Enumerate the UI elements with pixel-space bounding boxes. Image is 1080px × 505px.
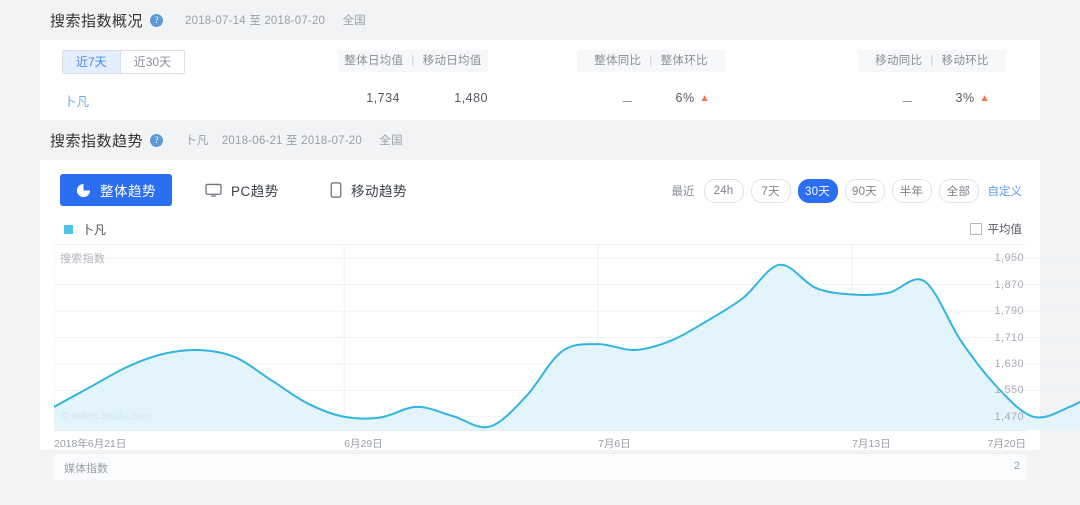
mode-mobile-trend[interactable]: 移动趋势 [330,174,407,206]
column-sep-3: | [930,55,934,67]
range-pill-half-year[interactable]: 半年 [891,179,932,203]
help-circle-icon[interactable]: ? [150,13,164,27]
range-pill-90d[interactable]: 90天 [844,179,885,203]
overview-header-meta: 2018-07-14 至 2018-07-20 全国 [185,12,366,28]
overview-values-row: 卜凡 1,734 1,480 － 6% ▲ － 3% ▲ [40,80,1040,120]
overview-header-row: 近7天 近30天 整体日均值 | 移动日均值 整体同比 | 整体环比 移动同比 | 移动环比 [40,40,1040,80]
range-selector-label: 最近 [671,186,695,198]
range-pill-all[interactable]: 全部 [938,179,979,203]
value-mobile-mom-text: 3% [955,91,975,105]
arrow-up-icon-mobile: ▲ [979,93,990,104]
overview-region: 全国 [342,15,366,27]
trend-title: 搜索指数趋势 [50,132,144,150]
overview-date-range: 2018-07-14 至 2018-07-20 [185,15,326,27]
average-label: 平均值 [987,224,1023,236]
y-axis-tick: 1,630 [994,357,1024,370]
chart-legend-row: 卜凡 平均值 [54,218,1026,245]
column-header-daily-avg: 整体日均值 | 移动日均值 [338,50,488,72]
chart-area[interactable]: 搜索指数 © index.baidu.com 1,950 1,870 1,790 1,… [54,245,1080,430]
column-sep-2: | [649,55,653,67]
trend-region: 全国 [379,135,403,147]
mobile-icon [330,182,342,198]
column-label-overall-mom: 整体环比 [660,55,708,67]
trend-card: 整体趋势 PC趋势 移动趋势 最近 24h 7天 30天 90天 半年 全部 自… [40,160,1080,480]
monitor-icon [205,183,222,198]
y-axis-tick: 1,550 [994,384,1024,397]
media-index-label: 媒体指数 [64,463,108,475]
value-mobile-yoy: － [900,95,914,109]
range-pill-24h[interactable]: 24h [703,179,744,203]
x-axis-tick: 7月6日 [598,438,631,450]
overview-keyword-link[interactable]: 卜凡 [64,91,89,110]
trend-section-header: 搜索指数趋势 ? 卜凡 2018-06-21 至 2018-07-20 全国 [0,120,1080,160]
mode-overall-trend-label: 整体趋势 [100,184,156,199]
checkbox-icon [969,223,982,235]
y-axis-tick: 1,470 [994,410,1024,423]
column-label-overall-yoy: 整体同比 [594,55,642,67]
chart-watermark: © index.baidu.com [61,410,152,422]
chart-x-axis-labels: 2018年6月21日 6月29日 7月6日 7月13日 7月20日 [54,430,1026,453]
time-range-selector: 最近 24h 7天 30天 90天 半年 全部 自定义 [671,179,1023,203]
overview-title: 搜索指数概况 [50,12,144,30]
column-label-mobile-mom: 移动环比 [941,55,989,67]
column-label-overall-daily-avg: 整体日均值 [344,55,404,67]
y-axis-tick: 1,870 [994,278,1024,291]
media-index-value: 2 [1013,460,1020,472]
chart-y-axis-title: 搜索指数 [60,253,106,265]
tab-last-30-days[interactable]: 近30天 [120,51,185,73]
column-label-mobile-yoy: 移动同比 [875,55,923,67]
tab-last-7-days[interactable]: 近7天 [63,51,121,73]
overview-section-header: 搜索指数概况 ? 2018-07-14 至 2018-07-20 全国 [0,0,1080,40]
trend-header-meta: 卜凡 2018-06-21 至 2018-07-20 全国 [185,132,403,148]
value-overall-daily-avg: 1,734 [366,91,400,105]
mode-mobile-trend-label: 移动趋势 [351,184,407,199]
value-overall-mom: 6% ▲ [654,91,710,105]
average-checkbox[interactable]: 平均值 [969,221,1023,237]
column-sep-1: | [411,55,415,67]
arrow-up-icon-overall: ▲ [699,93,710,104]
y-axis-tick: 1,950 [994,252,1024,265]
trend-line-chart [54,245,1080,430]
range-pill-7d[interactable]: 7天 [750,179,791,203]
legend-swatch-icon [64,225,73,234]
overview-period-tabs[interactable]: 近7天 近30天 [62,50,186,74]
mode-overall-trend[interactable]: 整体趋势 [60,174,172,206]
legend-item-label: 卜凡 [82,223,107,237]
range-pill-30d[interactable]: 30天 [797,179,838,203]
x-axis-tick: 2018年6月21日 [54,438,127,450]
help-circle-icon-trend[interactable]: ? [150,133,164,147]
baidu-index-page: 搜索指数概况 ? 2018-07-14 至 2018-07-20 全国 近7天 … [0,0,1080,505]
pie-chart-icon [76,183,91,198]
overview-card: 近7天 近30天 整体日均值 | 移动日均值 整体同比 | 整体环比 移动同比 | 移动环比… [40,40,1040,120]
column-header-mobile-compare: 移动同比 | 移动环比 [858,50,1006,72]
value-mobile-mom: 3% ▲ [934,91,990,105]
mode-pc-trend-label: PC趋势 [231,184,279,199]
value-overall-yoy: － [620,95,634,109]
column-label-mobile-daily-avg: 移动日均值 [422,55,482,67]
trend-toolbar: 整体趋势 PC趋势 移动趋势 最近 24h 7天 30天 90天 半年 全部 自… [40,160,1040,218]
x-axis-tick: 7月13日 [852,438,891,450]
mode-pc-trend[interactable]: PC趋势 [205,174,279,206]
y-axis-tick: 1,710 [994,331,1024,344]
x-axis-tick: 6月29日 [344,438,383,450]
range-custom-link[interactable]: 自定义 [988,183,1023,199]
value-mobile-daily-avg: 1,480 [454,91,488,105]
column-header-overall-compare: 整体同比 | 整体环比 [577,50,725,72]
value-overall-mom-text: 6% [675,91,695,105]
x-axis-tick: 7月20日 [987,438,1026,450]
trend-keyword: 卜凡 [185,135,209,147]
legend-item-keyword[interactable]: 卜凡 [64,221,106,238]
y-axis-tick: 1,790 [994,305,1024,318]
trend-date-range: 2018-06-21 至 2018-07-20 [221,135,362,147]
media-index-strip[interactable]: 媒体指数 2 [54,453,1026,480]
